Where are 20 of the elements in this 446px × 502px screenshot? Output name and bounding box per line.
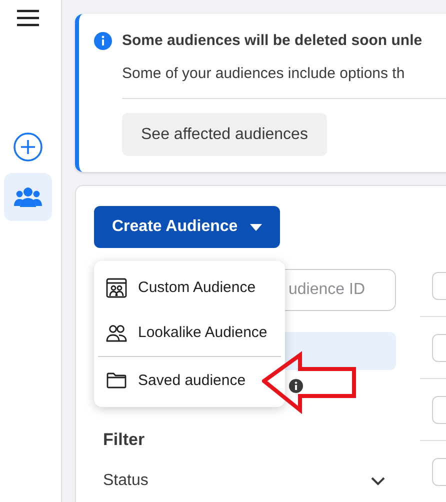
notice-text: Some of your audiences include options th (122, 64, 406, 84)
affected-audiences-button[interactable]: See affected audiences (122, 113, 327, 156)
menu-item[interactable]: Custom Audience (98, 265, 281, 310)
chevron-icon[interactable] (371, 476, 385, 486)
folder-icon (106, 372, 127, 389)
filter-heading: Filter (103, 430, 146, 450)
menu-icon[interactable] (16, 9, 38, 27)
sidebar-item[interactable] (4, 173, 52, 221)
menu-item[interactable]: Saved audience (98, 358, 281, 403)
people-icon (106, 324, 127, 342)
add-icon (12, 132, 42, 162)
people-icon (106, 278, 127, 298)
notice-title: Some audiences will be deleted soon unle (122, 31, 424, 51)
filter-label[interactable]: Status (103, 472, 148, 490)
caret-icon (250, 224, 262, 230)
info-icon (289, 379, 303, 393)
people-icon (14, 186, 42, 208)
info-icon (94, 32, 112, 50)
create-audience-button[interactable]: Create Audience (94, 206, 280, 248)
menu-item[interactable]: Lookalike Audience (98, 310, 281, 355)
